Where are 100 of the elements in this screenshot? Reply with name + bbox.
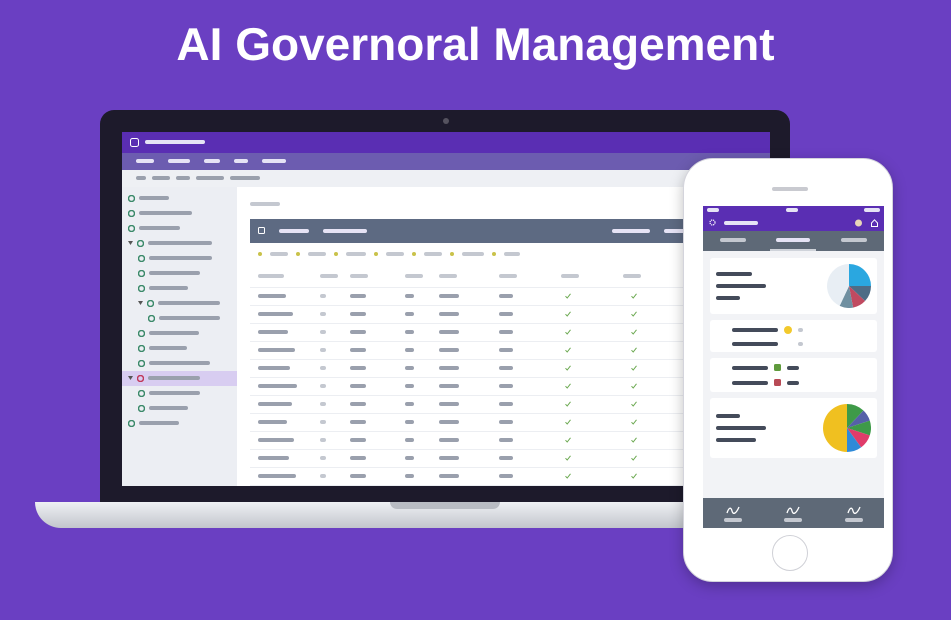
illegible-text-bar bbox=[136, 159, 154, 164]
illegible-text-bar bbox=[405, 456, 414, 460]
illegible-text-bar bbox=[561, 274, 579, 278]
illegible-text-bar bbox=[439, 384, 459, 388]
illegible-text-bar bbox=[145, 140, 205, 144]
illegible-text-bar bbox=[784, 518, 802, 522]
square-icon bbox=[258, 227, 265, 234]
scribble-icon[interactable] bbox=[846, 504, 861, 514]
illegible-text-bar bbox=[716, 426, 766, 430]
circle-icon bbox=[784, 326, 792, 334]
illegible-text-bar bbox=[623, 274, 641, 278]
illegible-text-bar bbox=[149, 361, 210, 366]
illegible-text-bar bbox=[405, 366, 414, 370]
illegible-text-bar bbox=[720, 238, 746, 242]
illegible-text-bar bbox=[439, 474, 459, 478]
illegible-text-bar bbox=[405, 384, 414, 388]
sidebar-item[interactable] bbox=[122, 370, 237, 386]
illegible-text-bar bbox=[258, 420, 287, 424]
illegible-text-bar bbox=[499, 330, 513, 334]
illegible-text-bar bbox=[716, 438, 756, 442]
illegible-text-bar bbox=[196, 176, 224, 180]
illegible-text-bar bbox=[707, 208, 719, 212]
illegible-text-bar bbox=[350, 312, 366, 316]
scribble-icon[interactable] bbox=[786, 504, 800, 514]
illegible-text-bar bbox=[724, 220, 758, 224]
illegible-text-bar bbox=[732, 342, 778, 346]
dot-icon bbox=[258, 252, 262, 256]
illegible-text-bar bbox=[258, 330, 288, 334]
scribble-icon[interactable] bbox=[726, 504, 740, 514]
illegible-text-bar bbox=[439, 274, 457, 278]
illegible-text-bar bbox=[462, 252, 484, 256]
caret-icon bbox=[128, 376, 133, 380]
illegible-text-bar bbox=[350, 402, 366, 406]
illegible-text-bar bbox=[158, 301, 220, 306]
illegible-text-bar bbox=[499, 438, 513, 442]
illegible-text-bar bbox=[864, 208, 880, 212]
illegible-text-bar bbox=[320, 330, 326, 334]
illegible-text-bar bbox=[168, 159, 190, 164]
illegible-text-bar bbox=[499, 474, 513, 478]
illegible-text-bar bbox=[149, 256, 212, 260]
dot-icon bbox=[450, 252, 454, 256]
illegible-text-bar bbox=[787, 366, 799, 370]
illegible-text-bar bbox=[798, 328, 803, 332]
illegible-text-bar bbox=[405, 330, 414, 334]
illegible-text-bar bbox=[262, 159, 286, 164]
illegible-text-bar bbox=[308, 252, 326, 256]
home-icon bbox=[871, 218, 878, 226]
caret-icon bbox=[138, 301, 143, 306]
illegible-text-bar bbox=[405, 348, 414, 352]
illegible-text-bar bbox=[258, 348, 295, 352]
illegible-text-bar bbox=[148, 241, 212, 246]
illegible-text-bar bbox=[320, 402, 326, 406]
pie-chart-drawing bbox=[827, 264, 871, 308]
home-button[interactable] bbox=[772, 535, 808, 571]
illegible-text-bar bbox=[320, 274, 338, 278]
illegible-text-bar bbox=[258, 402, 292, 406]
illegible-text-bar bbox=[279, 228, 309, 233]
illegible-text-bar bbox=[499, 274, 517, 278]
illegible-text-bar bbox=[499, 456, 513, 460]
illegible-text-bar bbox=[159, 316, 220, 320]
illegible-text-bar bbox=[149, 331, 199, 336]
illegible-text-bar bbox=[499, 348, 513, 352]
illegible-text-bar bbox=[350, 474, 366, 478]
illegible-text-bar bbox=[499, 420, 513, 424]
illegible-text-bar bbox=[323, 228, 367, 233]
illegible-text-bar bbox=[149, 271, 200, 276]
illegible-text-bar bbox=[149, 406, 188, 410]
illegible-text-bar bbox=[320, 294, 326, 298]
dot-icon bbox=[374, 252, 378, 256]
illegible-text-bar bbox=[405, 312, 414, 316]
illegible-text-bar bbox=[152, 176, 170, 180]
illegible-text-bar bbox=[786, 208, 798, 212]
illegible-text-bar bbox=[499, 384, 513, 388]
illegible-text-bar bbox=[149, 286, 188, 290]
illegible-text-bar bbox=[840, 238, 867, 242]
illegible-text-bar bbox=[787, 380, 799, 384]
illegible-text-bar bbox=[139, 421, 179, 426]
illegible-text-bar bbox=[350, 456, 366, 460]
illegible-text-bar bbox=[350, 366, 366, 370]
illegible-text-bar bbox=[439, 366, 459, 370]
pie-chart-drawing bbox=[823, 404, 871, 452]
illegible-text-bar bbox=[139, 196, 169, 200]
dot-icon bbox=[334, 252, 338, 256]
illegible-text-bar bbox=[499, 312, 513, 316]
caret-icon bbox=[128, 241, 133, 246]
illegible-text-bar bbox=[439, 294, 459, 298]
illegible-text-bar bbox=[270, 252, 288, 256]
illegible-text-bar bbox=[136, 176, 146, 180]
illegible-text-bar bbox=[320, 438, 326, 442]
illegible-text-bar bbox=[732, 380, 768, 384]
illegible-text-bar bbox=[499, 366, 513, 370]
illegible-text-bar bbox=[405, 294, 414, 298]
illegible-text-bar bbox=[350, 384, 366, 388]
illegible-text-bar bbox=[732, 328, 778, 332]
logo-icon bbox=[130, 138, 139, 147]
illegible-text-bar bbox=[350, 274, 368, 278]
illegible-text-bar bbox=[350, 294, 366, 298]
illegible-text-bar bbox=[350, 438, 366, 442]
illegible-text-bar bbox=[320, 384, 326, 388]
camera-dot bbox=[443, 118, 449, 124]
